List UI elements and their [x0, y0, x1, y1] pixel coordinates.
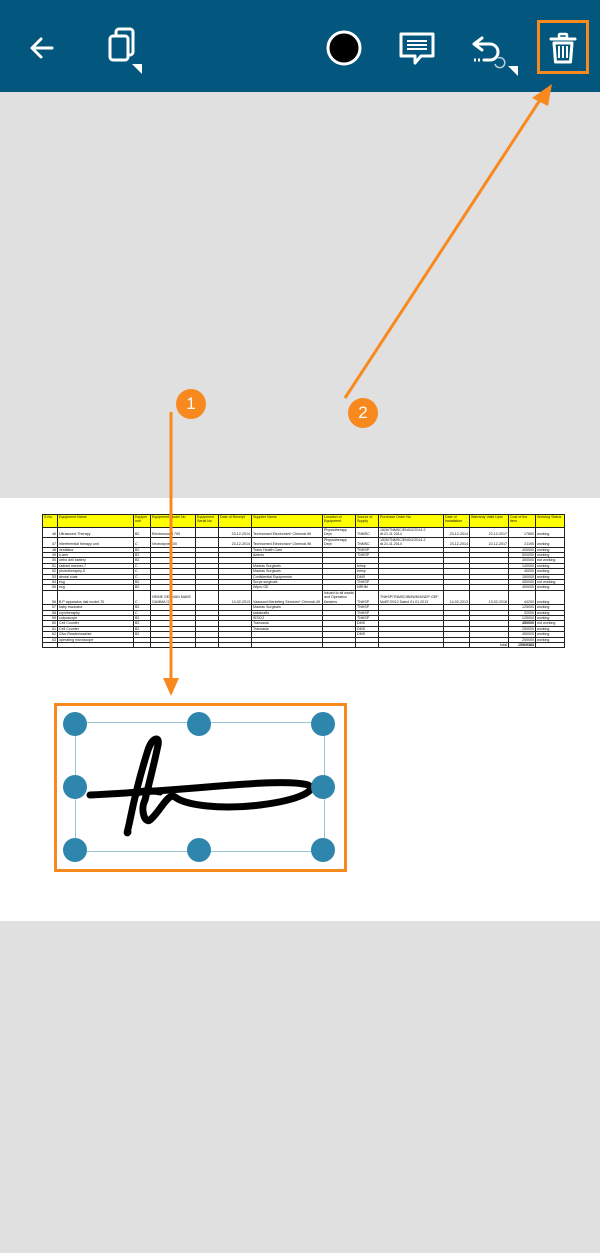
step-badge-2: 2 [348, 398, 378, 428]
signature-stroke[interactable] [0, 0, 600, 1253]
delete-highlight-box [537, 20, 589, 74]
step-badge-1: 1 [176, 389, 206, 419]
signature-highlight-box [54, 703, 347, 872]
